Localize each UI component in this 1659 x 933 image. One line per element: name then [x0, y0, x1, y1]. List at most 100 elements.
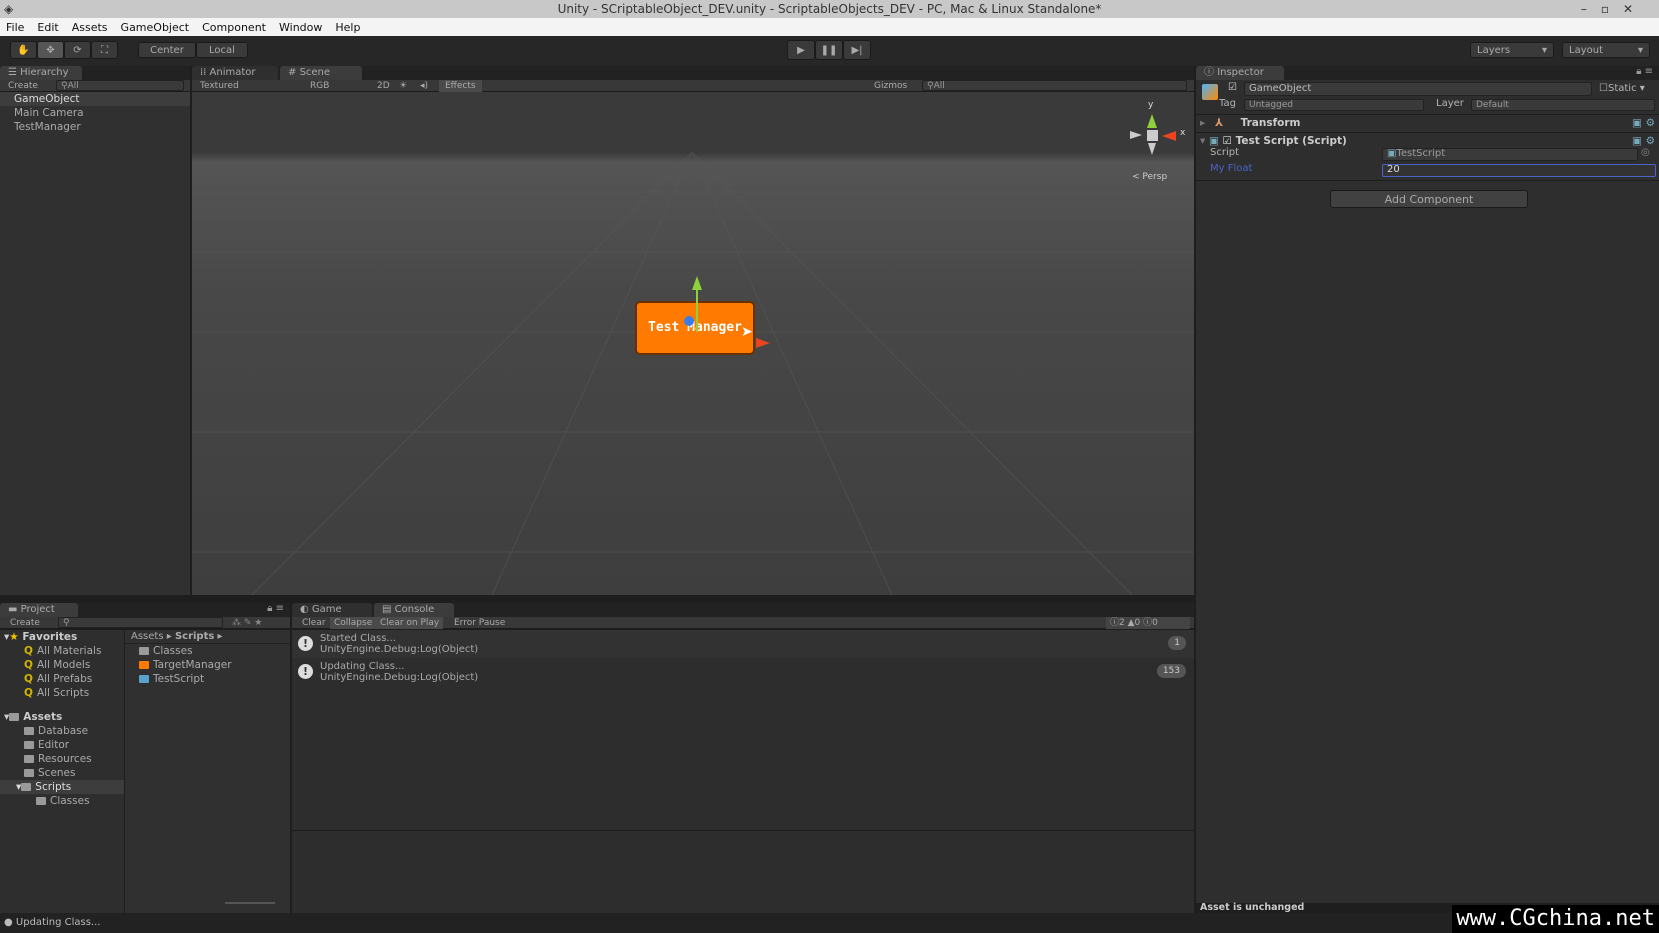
test-manager-sprite[interactable]: Test Manager: [635, 301, 755, 355]
menu-window[interactable]: Window: [279, 21, 322, 34]
hand-tool-button[interactable]: ✋: [10, 41, 37, 59]
menu-gameobject[interactable]: GameObject: [121, 21, 190, 34]
foldout-collapsed-icon[interactable]: ▸: [1200, 117, 1205, 129]
center-cube-icon[interactable]: [1147, 130, 1158, 141]
layers-dropdown[interactable]: Layers ▾: [1470, 42, 1554, 58]
move-gizmo-center[interactable]: [684, 316, 694, 326]
audio-toggle-icon[interactable]: ◂): [420, 80, 428, 92]
create-dropdown[interactable]: Create: [10, 618, 40, 628]
tag-dropdown[interactable]: Untagged: [1244, 99, 1424, 111]
transform-component-header[interactable]: ▸ ⅄ Transform ▣ ⚙: [1196, 115, 1659, 131]
favorites-folder[interactable]: ▾★ Favorites: [0, 630, 124, 644]
hierarchy-item[interactable]: Main Camera: [0, 106, 190, 120]
breadcrumb-item[interactable]: Assets: [131, 631, 164, 642]
favorite-item[interactable]: Q All Prefabs: [0, 672, 124, 686]
active-checkbox[interactable]: ☑: [1228, 82, 1237, 93]
foldout-expanded-icon[interactable]: ▾: [1200, 135, 1205, 147]
folder-item-scripts[interactable]: ▾ Scripts: [0, 780, 124, 794]
axis-neg-x-cone-icon[interactable]: [1130, 131, 1142, 139]
tab-game[interactable]: ◐ Game: [292, 603, 372, 617]
folder-item[interactable]: Scenes: [0, 766, 124, 780]
component-enabled-checkbox[interactable]: ☑: [1223, 135, 1232, 147]
testscript-component-header[interactable]: ▾ ▣ ☑ Test Script (Script) ▣ ⚙: [1196, 132, 1659, 148]
lock-icon[interactable]: 🔒︎ ≡: [267, 603, 284, 614]
search-placeholder: All: [933, 81, 945, 91]
favorite-item[interactable]: Q All Scripts: [0, 686, 124, 700]
object-name-input[interactable]: GameObject: [1244, 82, 1592, 96]
filter-icons[interactable]: ⁂ ✎ ★: [232, 617, 262, 629]
file-item[interactable]: Classes: [125, 644, 290, 658]
static-checkbox[interactable]: ☐Static ▾: [1599, 83, 1645, 94]
hierarchy-search-input[interactable]: ⚲All: [56, 80, 184, 91]
file-item[interactable]: TestScript: [125, 672, 290, 686]
lock-icon[interactable]: 🔒︎ ≡: [1636, 66, 1653, 77]
folder-item[interactable]: Resources: [0, 752, 124, 766]
layout-dropdown[interactable]: Layout ▾: [1562, 42, 1650, 58]
gizmos-dropdown[interactable]: Gizmos: [874, 80, 907, 92]
window-controls[interactable]: –▫✕: [1581, 0, 1647, 18]
tab-hierarchy[interactable]: ☰ Hierarchy: [0, 66, 82, 80]
create-dropdown[interactable]: Create: [8, 81, 38, 91]
clear-button[interactable]: Clear: [302, 617, 326, 629]
menu-file[interactable]: File: [6, 21, 24, 34]
pivot-center-button[interactable]: Center: [138, 42, 196, 58]
tab-animator[interactable]: ⁞⁞ Animator: [192, 66, 278, 80]
rotate-tool-button[interactable]: ⟳: [64, 41, 91, 59]
shading-dropdown[interactable]: Textured: [200, 80, 239, 92]
scale-tool-button[interactable]: ⛶: [91, 41, 118, 59]
menu-component[interactable]: Component: [202, 21, 266, 34]
menu-assets[interactable]: Assets: [72, 21, 108, 34]
step-button[interactable]: ▶|: [843, 40, 871, 60]
hierarchy-item[interactable]: GameObject: [0, 92, 190, 106]
breadcrumb-item[interactable]: Scripts: [175, 631, 214, 642]
favorite-item[interactable]: Q All Materials: [0, 644, 124, 658]
effects-dropdown[interactable]: Effects: [439, 80, 482, 92]
error-pause-toggle[interactable]: Error Pause: [454, 617, 505, 629]
orientation-gizmo[interactable]: y x: [1122, 100, 1192, 170]
file-item[interactable]: TargetManager: [125, 658, 290, 672]
scene-search-input[interactable]: ⚲All: [922, 80, 1187, 91]
move-gizmo-x-arrow[interactable]: [756, 338, 770, 348]
menu-help[interactable]: Help: [335, 21, 360, 34]
tab-project[interactable]: ▬ Project: [0, 603, 78, 617]
console-splitter[interactable]: [292, 830, 1194, 831]
tab-scene[interactable]: # Scene: [280, 66, 362, 80]
add-component-button[interactable]: Add Component: [1330, 190, 1528, 208]
icon-size-slider[interactable]: [225, 902, 275, 904]
2d-toggle[interactable]: 2D: [377, 80, 390, 92]
favorite-item[interactable]: Q All Models: [0, 658, 124, 672]
move-tool-button[interactable]: ✥: [37, 41, 64, 59]
project-search-input[interactable]: ⚲: [58, 617, 223, 628]
my-float-input[interactable]: 20: [1382, 164, 1656, 177]
csharp-script-icon: [139, 675, 149, 683]
folder-item[interactable]: Classes: [0, 794, 124, 808]
log-filter-toggles[interactable]: ⓘ2 ▲0 ⓘ0: [1106, 617, 1190, 629]
log-entry[interactable]: ! Updating Class... UnityEngine.Debug:Lo…: [292, 658, 1194, 686]
assets-folder[interactable]: ▾ Assets: [0, 710, 124, 724]
persp-label[interactable]: < Persp: [1132, 172, 1167, 182]
menu-edit[interactable]: Edit: [37, 21, 58, 34]
log-entry[interactable]: ! Started Class... UnityEngine.Debug:Log…: [292, 630, 1194, 658]
axis-x-cone-icon[interactable]: [1162, 131, 1176, 141]
collapse-toggle[interactable]: Collapse: [330, 617, 377, 629]
window-title: Unity - SCriptableObject_DEV.unity - Scr…: [557, 2, 1102, 16]
help-and-gear-icon[interactable]: ▣ ⚙: [1632, 115, 1655, 131]
pause-button[interactable]: ❚❚: [815, 40, 843, 60]
axis-y-cone-icon[interactable]: [1147, 114, 1157, 128]
tab-inspector[interactable]: ⓘ Inspector: [1196, 66, 1284, 80]
item-label: Database: [38, 725, 89, 737]
tab-console[interactable]: ▤ Console: [374, 603, 454, 617]
layer-dropdown[interactable]: Default: [1471, 99, 1655, 111]
clear-on-play-toggle[interactable]: Clear on Play: [376, 617, 444, 629]
object-picker-icon[interactable]: ◎: [1641, 147, 1650, 158]
hierarchy-item[interactable]: TestManager: [0, 120, 190, 134]
folder-item[interactable]: Database: [0, 724, 124, 738]
folder-item[interactable]: Editor: [0, 738, 124, 752]
space-local-button[interactable]: Local: [196, 42, 248, 58]
play-button[interactable]: ▶: [787, 40, 815, 60]
script-object-field[interactable]: ▣TestScript: [1382, 148, 1638, 161]
render-mode-dropdown[interactable]: RGB: [310, 80, 329, 92]
scene-view[interactable]: Test Manager ➤ y x < Persp: [192, 92, 1194, 595]
axis-neg-y-cone-icon[interactable]: [1148, 143, 1156, 155]
lighting-toggle-icon[interactable]: ☀: [399, 80, 407, 92]
